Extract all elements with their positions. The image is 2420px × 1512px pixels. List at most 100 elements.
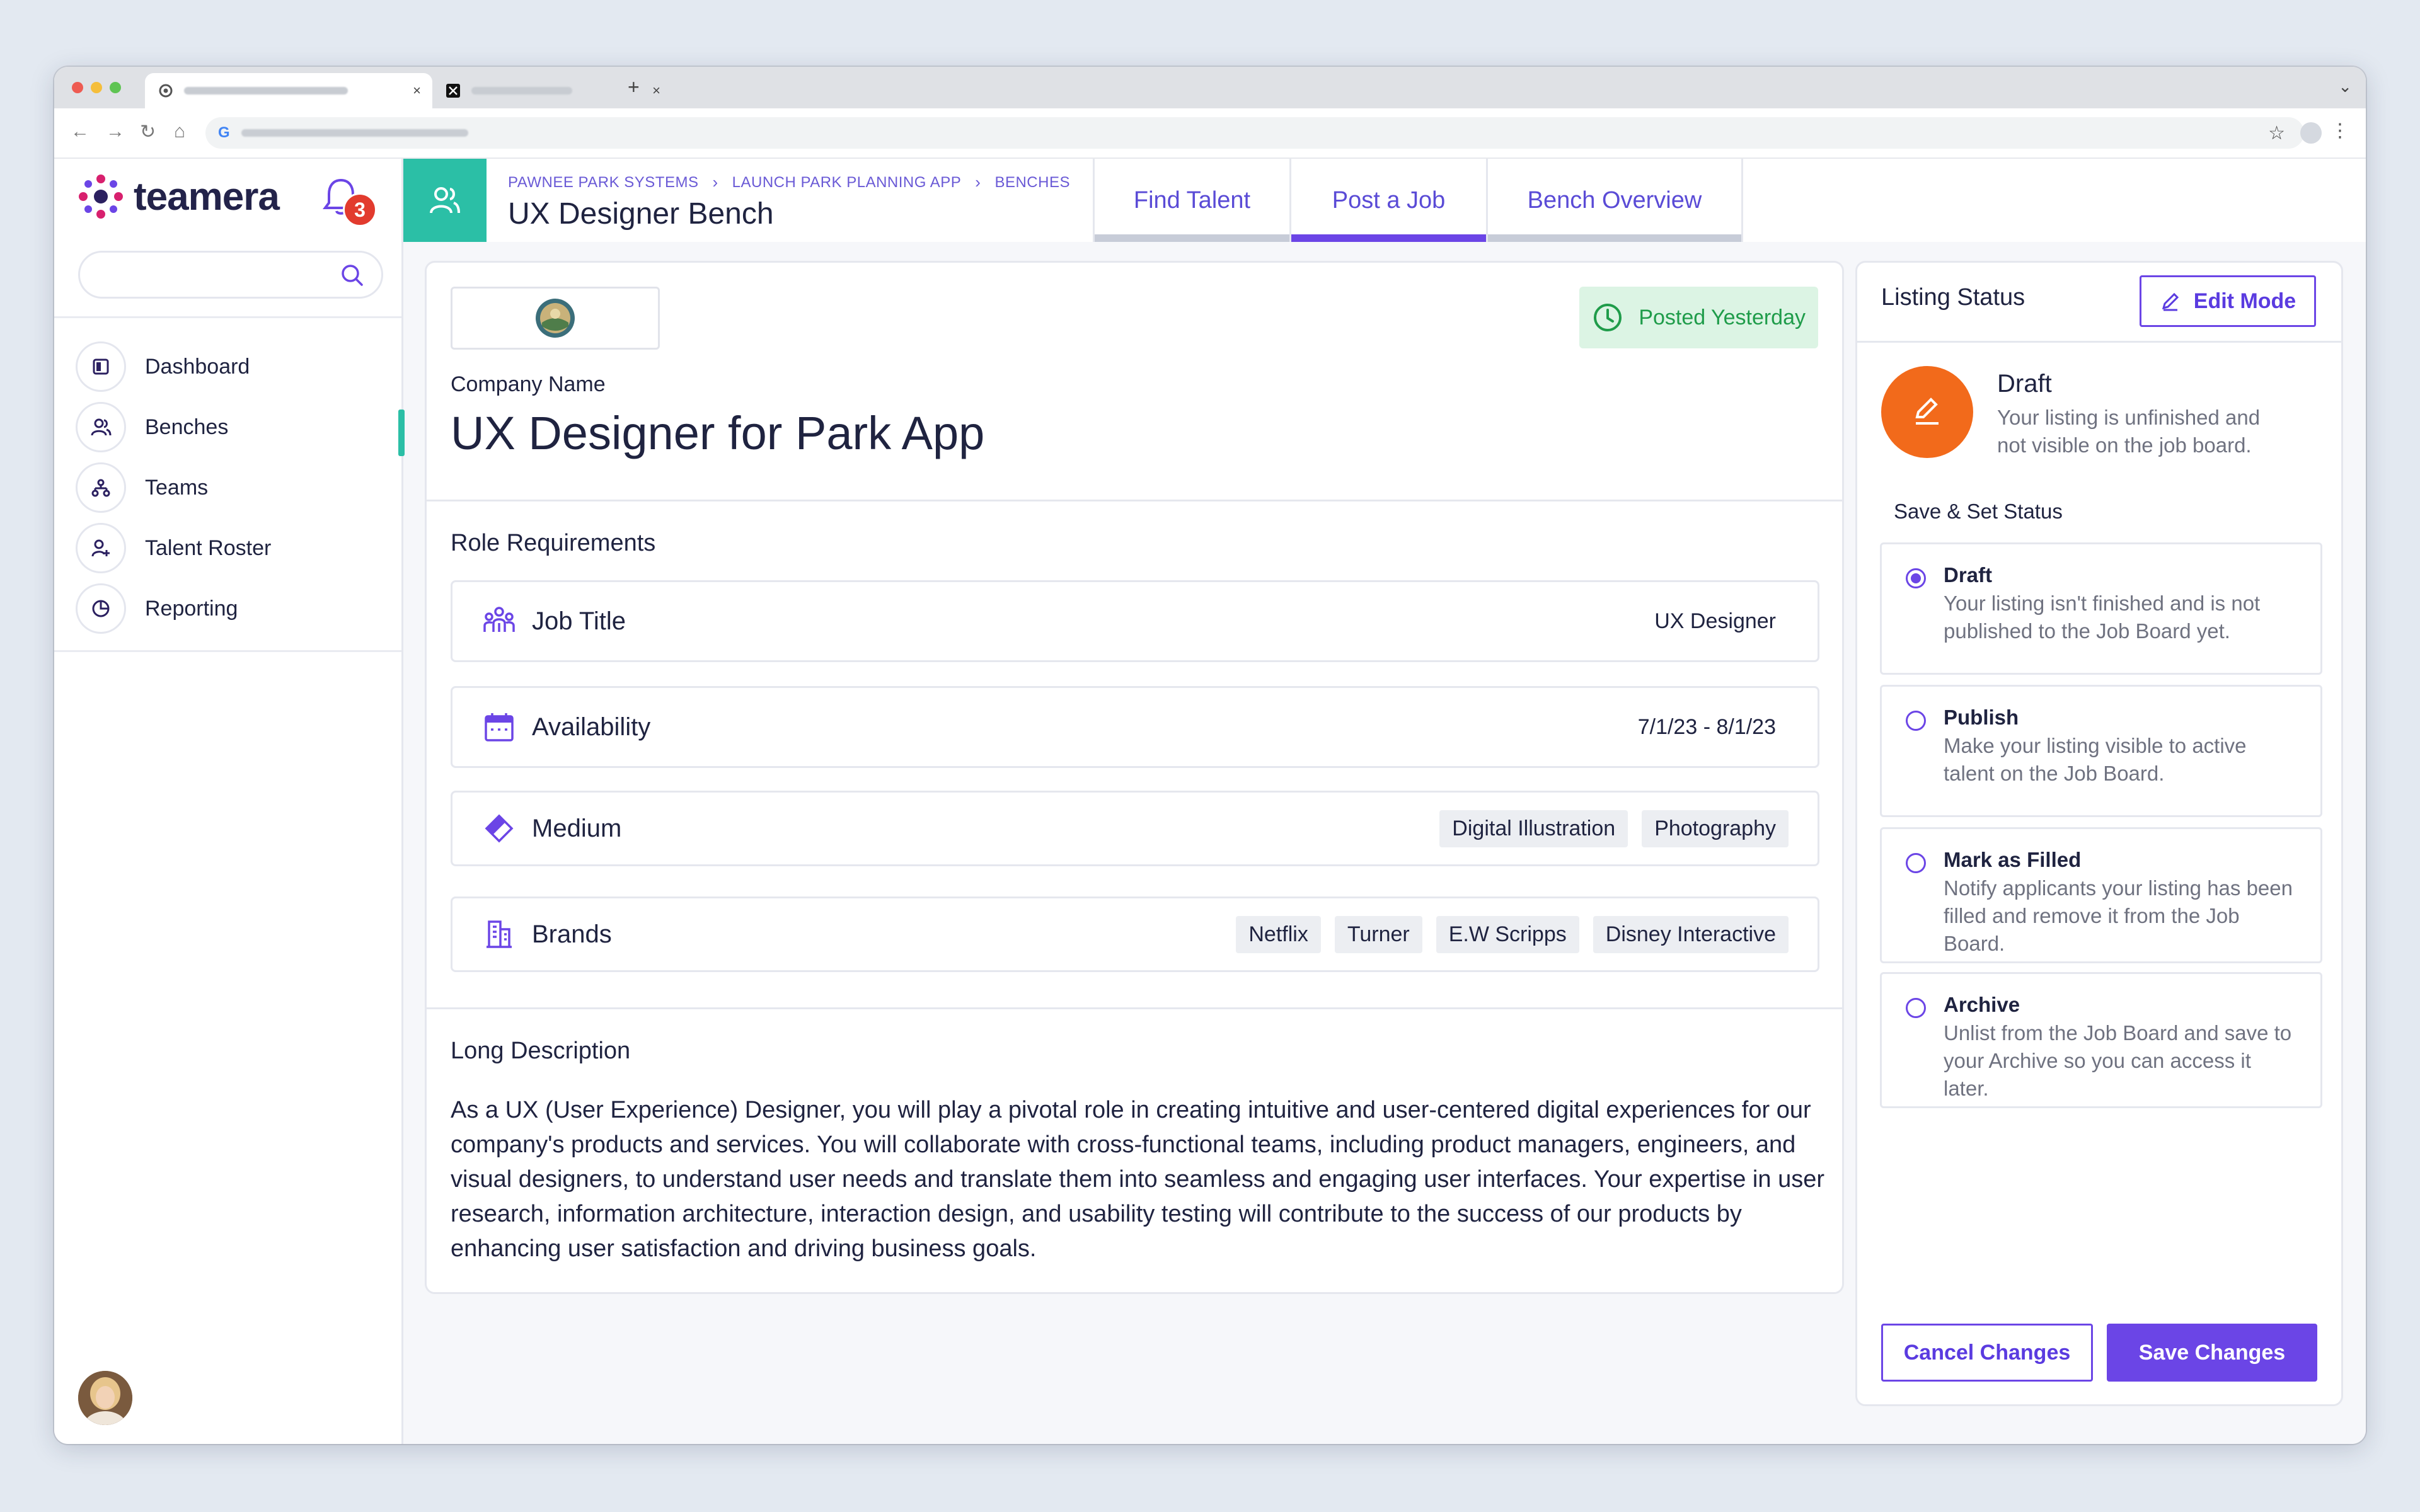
tab-post-a-job[interactable]: Post a Job [1289, 159, 1486, 242]
current-status-title: Draft [1997, 370, 2052, 398]
blurred-url-text [241, 129, 468, 137]
calendar-icon [481, 709, 517, 745]
building-icon [481, 917, 517, 952]
page-title: UX Designer Bench [508, 197, 774, 231]
forward-arrow-icon[interactable]: → [106, 121, 125, 142]
radio-button[interactable] [1906, 998, 1926, 1018]
company-logo[interactable] [451, 287, 660, 350]
edit-mode-label: Edit Mode [2193, 289, 2296, 313]
sidebar-item-dashboard[interactable]: Dashboard [76, 336, 403, 397]
people-group-icon [481, 604, 517, 639]
requirement-label: Availability [532, 713, 651, 741]
tab-bench-overview[interactable]: Bench Overview [1486, 159, 1743, 242]
browser-menu-icon[interactable]: ⋮ [2331, 120, 2349, 142]
radio-button[interactable] [1906, 568, 1926, 588]
edit-mode-button[interactable]: Edit Mode [2140, 275, 2316, 327]
sidebar-item-reporting[interactable]: Reporting [76, 578, 403, 639]
reload-icon[interactable]: ↻ [140, 121, 156, 143]
medium-tag: Photography [1642, 810, 1789, 847]
x-logo-icon [446, 84, 460, 98]
sidebar: teamera 3 Dashboard Benches Teams Talent… [54, 159, 405, 1444]
bookmark-star-icon[interactable]: ☆ [2268, 122, 2285, 144]
job-title-heading: UX Designer for Park App [451, 407, 985, 459]
requirement-row-job-title[interactable]: Job Title UX Designer [451, 580, 1819, 662]
tab-search-chevron-icon[interactable]: ⌄ [2338, 77, 2352, 96]
status-option-publish[interactable]: Publish Make your listing visible to act… [1880, 685, 2322, 817]
sidebar-nav: Dashboard Benches Teams Talent Roster Re… [76, 336, 405, 639]
search-icon[interactable] [340, 263, 365, 288]
new-tab-button[interactable]: + [628, 76, 640, 99]
requirement-label: Job Title [532, 607, 626, 635]
sidebar-item-teams[interactable]: Teams [76, 457, 403, 518]
radio-button[interactable] [1906, 711, 1926, 731]
requirement-row-availability[interactable]: Availability 7/1/23 - 8/1/23 [451, 686, 1819, 768]
status-option-draft[interactable]: Draft Your listing isn't finished and is… [1880, 542, 2322, 675]
close-tab-icon[interactable]: × [413, 83, 421, 99]
current-status-description: Your listing is unfinished and not visib… [1997, 406, 2261, 457]
people-icon [76, 402, 126, 452]
sidebar-item-label: Teams [145, 475, 209, 500]
tab-find-talent[interactable]: Find Talent [1093, 159, 1289, 242]
close-window-icon[interactable] [72, 82, 83, 93]
minimize-window-icon[interactable] [91, 82, 102, 93]
sidebar-divider [54, 650, 401, 652]
close-tab-icon[interactable]: × [652, 83, 660, 99]
listing-status-panel: Listing Status Edit Mode Draft Your list… [1855, 261, 2343, 1406]
home-icon[interactable]: ⌂ [174, 121, 185, 142]
org-chart-icon [76, 462, 126, 513]
breadcrumb-item[interactable]: LAUNCH PARK PLANNING APP [732, 174, 962, 192]
teamera-logo-icon [79, 175, 123, 219]
sidebar-item-benches[interactable]: Benches [76, 397, 405, 457]
user-add-icon [76, 523, 126, 573]
option-title: Mark as Filled [1944, 848, 2082, 871]
breadcrumb-item[interactable]: BENCHES [994, 174, 1070, 192]
sidebar-item-talent-roster[interactable]: Talent Roster [76, 518, 403, 578]
browser-profile-icon[interactable] [2300, 122, 2322, 144]
breadcrumb-item[interactable]: PAWNEE PARK SYSTEMS [508, 174, 698, 192]
status-option-archive[interactable]: Archive Unlist from the Job Board and sa… [1880, 972, 2322, 1108]
pencil-icon [2162, 292, 2179, 311]
sidebar-item-label: Talent Roster [145, 536, 272, 560]
browser-tab-strip: × × + ⌄ [54, 67, 2366, 108]
requirement-row-medium[interactable]: Medium Digital Illustration Photography [451, 791, 1819, 866]
chevron-right-icon: › [975, 173, 981, 192]
long-description-title: Long Description [451, 1038, 631, 1064]
option-description: Your listing isn't finished and is not p… [1944, 592, 2261, 643]
search-input[interactable] [78, 251, 383, 299]
status-badge-label: Posted Yesterday [1639, 305, 1806, 329]
role-requirements-title: Role Requirements [451, 530, 656, 556]
save-set-status-title: Save & Set Status [1894, 500, 2063, 523]
dashboard-icon [76, 341, 126, 392]
radio-button[interactable] [1906, 853, 1926, 873]
status-badge: Posted Yesterday [1579, 287, 1818, 348]
maximize-window-icon[interactable] [110, 82, 121, 93]
brand-tag: Disney Interactive [1593, 915, 1789, 953]
brand-name: teamera [134, 175, 280, 219]
section-divider [427, 500, 1842, 501]
page-header: PAWNEE PARK SYSTEMS › LAUNCH PARK PLANNI… [403, 159, 2366, 242]
user-avatar[interactable] [78, 1371, 132, 1425]
option-title: Publish [1944, 706, 2019, 729]
breadcrumb: PAWNEE PARK SYSTEMS › LAUNCH PARK PLANNI… [508, 173, 1070, 192]
draft-status-icon [1881, 366, 1973, 458]
sidebar-divider [54, 316, 401, 318]
sidebar-item-label: Reporting [145, 596, 238, 621]
chrome-icon [159, 84, 173, 98]
brand-logo[interactable]: teamera [78, 174, 280, 219]
status-option-mark-as-filled[interactable]: Mark as Filled Notify applicants your li… [1880, 827, 2322, 963]
brand-tag: Turner [1334, 915, 1422, 953]
notification-count-badge: 3 [343, 193, 377, 227]
option-title: Draft [1944, 563, 1993, 587]
blurred-tab-title [471, 87, 572, 94]
address-bar[interactable]: G ☆ [205, 117, 2304, 149]
option-title: Archive [1944, 993, 2020, 1016]
requirement-row-brands[interactable]: Brands Netflix Turner E.W Scripps Disney… [451, 896, 1819, 972]
browser-toolbar: ← → ↻ ⌂ G ☆ ⋮ [54, 108, 2366, 159]
requirement-value: 7/1/23 - 8/1/23 [1637, 714, 1776, 739]
cancel-changes-button[interactable]: Cancel Changes [1881, 1324, 2093, 1382]
long-description-text: As a UX (User Experience) Designer, you … [451, 1097, 1824, 1262]
blurred-tab-title [184, 87, 348, 94]
browser-tab-active[interactable]: × [145, 73, 432, 108]
save-changes-button[interactable]: Save Changes [2107, 1324, 2317, 1382]
back-arrow-icon[interactable]: ← [71, 121, 89, 142]
